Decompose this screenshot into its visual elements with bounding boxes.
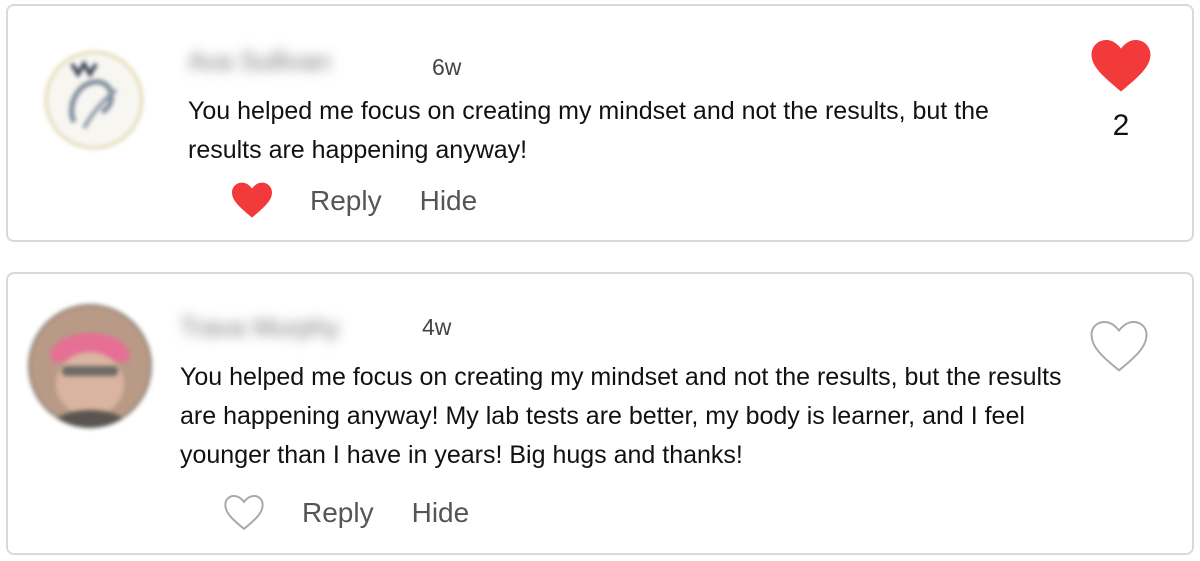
hide-button[interactable]: Hide <box>412 497 470 529</box>
timestamp: 4w <box>422 314 452 340</box>
comment-text: You helped me focus on creating my minds… <box>188 97 989 164</box>
author-name[interactable]: Ava Sullivan <box>188 46 331 77</box>
avatar[interactable] <box>28 304 152 428</box>
author-name[interactable]: Trava Murphy <box>180 312 339 343</box>
reply-button[interactable]: Reply <box>302 497 374 529</box>
heart-filled-icon[interactable] <box>1091 40 1151 99</box>
heart-outline-icon[interactable] <box>224 494 264 532</box>
comment-actions: Reply Hide <box>224 494 469 532</box>
comment-text: You helped me focus on creating my minds… <box>180 363 1062 469</box>
heart-outline-icon[interactable] <box>1089 320 1149 379</box>
like-summary <box>1082 320 1156 379</box>
reply-button[interactable]: Reply <box>310 185 382 217</box>
avatar-logo-image <box>44 50 144 150</box>
avatar[interactable] <box>44 50 144 150</box>
like-count: 2 <box>1112 109 1130 142</box>
timestamp: 6w <box>432 54 462 80</box>
comment-card: Ava Sullivan 6w You helped me focus on c… <box>6 4 1194 242</box>
heart-filled-icon[interactable] <box>232 182 272 220</box>
comment-actions: Reply Hide <box>232 182 477 220</box>
comment-card: Trava Murphy 4w You helped me focus on c… <box>6 272 1194 555</box>
avatar-photo-image <box>28 304 152 428</box>
like-summary: 2 <box>1084 40 1158 143</box>
hide-button[interactable]: Hide <box>420 185 478 217</box>
